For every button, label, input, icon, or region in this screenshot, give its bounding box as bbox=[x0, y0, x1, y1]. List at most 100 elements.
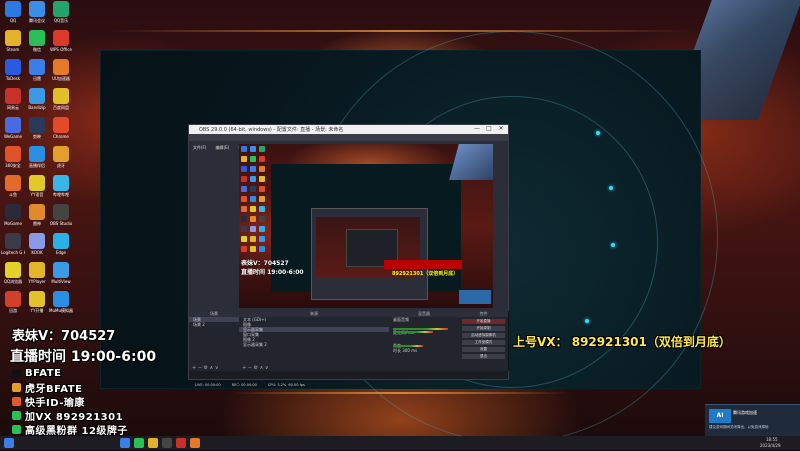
wechat-icon bbox=[12, 410, 21, 420]
desktop-icon[interactable]: QQ音乐 bbox=[49, 1, 73, 23]
menu-edit[interactable]: 编辑(E) bbox=[216, 145, 230, 150]
controls-dock[interactable]: 控件 开始直播 开始录制 启动虚拟摄像机 工作室模式 设置 退出 bbox=[459, 311, 509, 371]
preview-app-icon bbox=[241, 156, 247, 162]
start-button-icon[interactable] bbox=[4, 438, 14, 448]
kuaishou-icon bbox=[12, 396, 21, 406]
desktop-icon[interactable]: 剪映 bbox=[25, 117, 49, 139]
wechat-icon bbox=[12, 424, 21, 434]
overlay-social-text: 虎牙BFATE bbox=[25, 383, 83, 395]
close-icon[interactable]: ✕ bbox=[495, 125, 507, 132]
desktop-icon[interactable]: YY开播 bbox=[25, 291, 49, 313]
preview-ad-text: 892921301（双倍到月底） bbox=[392, 271, 459, 277]
desktop-icon[interactable]: WPS Office bbox=[49, 30, 73, 52]
desktop-icon[interactable]: 雷神 bbox=[25, 204, 49, 226]
preview-nested-obs bbox=[311, 208, 428, 300]
preview-app-icon bbox=[259, 186, 265, 192]
desktop-icon[interactable]: ToDesk bbox=[1, 59, 25, 81]
taskbar-app-icon[interactable] bbox=[134, 438, 144, 448]
desktop-icon-label: 迅雷 bbox=[33, 76, 41, 81]
desktop-icon[interactable]: KOOK bbox=[25, 233, 49, 255]
preview-app-icon bbox=[241, 236, 247, 242]
desktop-icon[interactable]: 网易云 bbox=[1, 88, 25, 110]
taskbar-app-icon[interactable] bbox=[162, 438, 172, 448]
start-streaming-button[interactable]: 开始直播 bbox=[462, 319, 505, 324]
notification-toast[interactable]: AI 腾讯游戏加速 建议游戏期间关闭弹出，以免游戏掉帧 bbox=[705, 404, 800, 437]
desktop-icon[interactable]: Logitech G HUB bbox=[1, 233, 25, 255]
settings-button[interactable]: 设置 bbox=[462, 347, 505, 352]
app-icon bbox=[53, 233, 69, 249]
desktop-icon-label: YY开播 bbox=[30, 308, 44, 313]
transition-duration[interactable]: 时长 300 ms bbox=[389, 348, 459, 353]
studio-mode-button[interactable]: 工作室模式 bbox=[462, 340, 505, 345]
preview-app-icon bbox=[250, 226, 256, 232]
preview-app-icon bbox=[250, 196, 256, 202]
desktop-icon[interactable]: YYPlayer bbox=[25, 262, 49, 284]
obs-window[interactable]: OBS 29.0.0 (64-bit, windows) - 配置文件: 直播 … bbox=[188, 124, 509, 387]
menu-file[interactable]: 文件(F) bbox=[193, 145, 206, 150]
desktop-icon[interactable]: MultiView bbox=[49, 262, 73, 284]
preview-notification bbox=[459, 290, 491, 304]
rec-status: REC: 00:00:00 bbox=[231, 383, 257, 387]
desktop-icon[interactable]: MoGame bbox=[1, 204, 25, 226]
app-icon bbox=[53, 262, 69, 278]
maximize-icon[interactable]: □ bbox=[483, 125, 495, 132]
clock-date[interactable]: 2023/4/29 bbox=[760, 443, 781, 448]
start-recording-button[interactable]: 开始录制 bbox=[462, 326, 505, 331]
volume-meter bbox=[393, 328, 448, 330]
desktop-icon-label: 虎牙 bbox=[57, 163, 65, 168]
preview-app-icon bbox=[259, 246, 265, 252]
toast-subtitle: 建议游戏期间关闭弹出，以免游戏掉帧 bbox=[709, 425, 769, 429]
desktop-icon[interactable]: MuMu模拟器 bbox=[49, 291, 73, 313]
desktop-icon[interactable]: QQ bbox=[1, 1, 25, 23]
desktop-icon[interactable]: 斗鱼 bbox=[1, 175, 25, 197]
desktop-icon[interactable]: 迅游 bbox=[1, 291, 25, 313]
desktop-icon[interactable]: YY语音 bbox=[25, 175, 49, 197]
preview-app-icon bbox=[250, 156, 256, 162]
desktop-icon-label: YY语音 bbox=[30, 192, 44, 197]
obs-titlebar[interactable]: OBS 29.0.0 (64-bit, windows) - 配置文件: 直播 … bbox=[189, 125, 508, 134]
overlay-social-text: BFATE bbox=[25, 367, 62, 379]
obs-preview-canvas[interactable]: 表妹V：704527 直播时间 19:00-6:00 892921301（双倍到… bbox=[239, 144, 493, 308]
desktop-icon-label: 网易云 bbox=[7, 105, 19, 110]
clock-time[interactable]: 18:55 bbox=[766, 437, 778, 442]
volume-meter bbox=[393, 331, 433, 333]
overlay-social-text: 高级黑粉群 12级牌子 bbox=[25, 425, 128, 437]
overlay-right-text: 上号VX： 892921301（双倍到月底） bbox=[513, 335, 731, 349]
app-icon bbox=[29, 1, 45, 17]
app-icon bbox=[53, 146, 69, 162]
taskbar-app-icon[interactable] bbox=[176, 438, 186, 448]
sources-dock[interactable]: 来源 文本 (GDI+) 图像 显示器采集 窗口采集 图像 2 显示器采集 2 … bbox=[239, 311, 390, 371]
taskbar-app-icon[interactable] bbox=[190, 438, 200, 448]
minimize-icon[interactable]: — bbox=[471, 125, 483, 132]
desktop-icon[interactable]: 腾讯会议 bbox=[25, 1, 49, 23]
desktop-icon[interactable]: 百度网盘 bbox=[49, 88, 73, 110]
desktop-icon[interactable]: 哔哩哔哩 bbox=[49, 175, 73, 197]
desktop-icon[interactable]: Chrome bbox=[49, 117, 73, 139]
scenes-dock[interactable]: 场景 场景 场景 2 + − ⚙ ∧ ∨ bbox=[189, 311, 240, 371]
virtual-camera-button[interactable]: 启动虚拟摄像机 bbox=[462, 333, 505, 338]
mixer-dock[interactable]: 混音器 桌面音频 麦克风/Aux 渐变 时长 300 ms bbox=[389, 311, 460, 371]
desktop-icon[interactable]: 直播伴侣 bbox=[25, 146, 49, 168]
exit-button[interactable]: 退出 bbox=[462, 354, 505, 359]
desktop-icon[interactable]: 360安全 bbox=[1, 146, 25, 168]
overlay-contact-top: 表妹V：704527 bbox=[12, 329, 116, 344]
desktop-icon[interactable]: UU加速器 bbox=[49, 59, 73, 81]
desktop-icon[interactable]: 虎牙 bbox=[49, 146, 73, 168]
desktop-icon[interactable]: WeGame bbox=[1, 117, 25, 139]
app-icon bbox=[5, 175, 21, 191]
desktop-icon[interactable]: Steam bbox=[1, 30, 25, 52]
desktop-icon[interactable]: QQ浏览器 bbox=[1, 262, 25, 284]
taskbar-app-icon[interactable] bbox=[120, 438, 130, 448]
desktop-icon[interactable]: Bandizip bbox=[25, 88, 49, 110]
desktop-icon[interactable]: 迅雷 bbox=[25, 59, 49, 81]
scene-item[interactable]: 场景 2 bbox=[189, 322, 239, 327]
taskbar-app-icon[interactable] bbox=[148, 438, 158, 448]
app-icon bbox=[29, 291, 45, 307]
source-item[interactable]: 显示器采集 2 bbox=[239, 342, 389, 347]
desktop-icon-label: 雷神 bbox=[33, 221, 41, 226]
desktop-icon[interactable]: 微信 bbox=[25, 30, 49, 52]
preview-app-icon bbox=[250, 246, 256, 252]
desktop-icon[interactable]: Edge bbox=[49, 233, 73, 255]
desktop-icon[interactable]: OBS Studio bbox=[49, 204, 73, 226]
app-icon bbox=[53, 59, 69, 75]
